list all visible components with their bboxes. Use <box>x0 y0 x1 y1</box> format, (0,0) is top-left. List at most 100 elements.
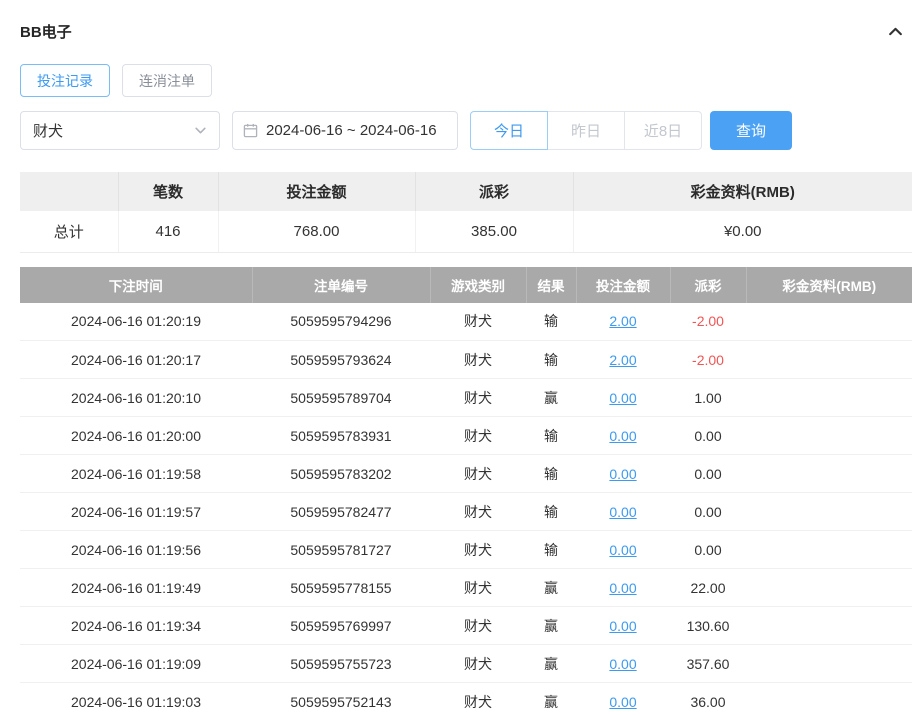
result-cell: 输 <box>526 417 576 455</box>
summary-table: 笔数 投注金额 派彩 彩金资料(RMB) 总计 416 768.00 385.0… <box>20 172 912 253</box>
quick-today-button[interactable]: 今日 <box>470 111 548 150</box>
order-id-cell: 5059595794296 <box>252 303 430 341</box>
summary-header-row: 笔数 投注金额 派彩 彩金资料(RMB) <box>20 172 912 211</box>
table-row: 2024-06-16 01:19:57 5059595782477 财犬 输 0… <box>20 493 912 531</box>
panel-header: BB电子 <box>20 14 912 48</box>
table-row: 2024-06-16 01:19:03 5059595752143 财犬 赢 0… <box>20 683 912 715</box>
payout-cell: 22.00 <box>670 569 746 607</box>
bb-electronic-panel: BB电子 投注记录 连消注单 财犬 2024-06-16 ~ 202 <box>0 0 912 715</box>
result-cell: 赢 <box>526 379 576 417</box>
game-type-cell: 财犬 <box>430 341 526 379</box>
result-cell: 赢 <box>526 569 576 607</box>
col-header-payout: 派彩 <box>670 267 746 303</box>
bet-amount-cell: 0.00 <box>576 493 670 531</box>
game-select[interactable]: 财犬 <box>20 111 220 150</box>
game-type-cell: 财犬 <box>430 645 526 683</box>
bet-amount-link[interactable]: 0.00 <box>609 466 636 482</box>
bet-time-cell: 2024-06-16 01:19:09 <box>20 645 252 683</box>
bet-time-cell: 2024-06-16 01:19:56 <box>20 531 252 569</box>
summary-total-payout: 385.00 <box>415 211 573 252</box>
bet-time-cell: 2024-06-16 01:20:17 <box>20 341 252 379</box>
bonus-cell <box>746 683 912 715</box>
summary-col-bonus: 彩金资料(RMB) <box>573 172 912 211</box>
tab-bar: 投注记录 连消注单 <box>20 64 912 97</box>
table-row: 2024-06-16 01:20:10 5059595789704 财犬 赢 0… <box>20 379 912 417</box>
payout-cell: 0.00 <box>670 455 746 493</box>
records-tbody: 2024-06-16 01:20:19 5059595794296 财犬 输 2… <box>20 303 912 715</box>
order-id-cell: 5059595778155 <box>252 569 430 607</box>
summary-total-row: 总计 416 768.00 385.00 ¥0.00 <box>20 211 912 252</box>
calendar-icon <box>243 123 258 138</box>
table-row: 2024-06-16 01:20:19 5059595794296 财犬 输 2… <box>20 303 912 341</box>
records-table: 下注时间 注单编号 游戏类别 结果 投注金额 派彩 彩金资料(RMB) 2024… <box>20 267 912 715</box>
bet-amount-cell: 0.00 <box>576 379 670 417</box>
date-range-picker[interactable]: 2024-06-16 ~ 2024-06-16 <box>232 111 458 150</box>
col-header-result: 结果 <box>526 267 576 303</box>
bonus-cell <box>746 455 912 493</box>
payout-cell: 0.00 <box>670 417 746 455</box>
game-type-cell: 财犬 <box>430 607 526 645</box>
table-row: 2024-06-16 01:19:09 5059595755723 财犬 赢 0… <box>20 645 912 683</box>
payout-cell: 1.00 <box>670 379 746 417</box>
bet-amount-link[interactable]: 0.00 <box>609 504 636 520</box>
bet-amount-cell: 0.00 <box>576 455 670 493</box>
bet-amount-cell: 0.00 <box>576 683 670 715</box>
bet-amount-link[interactable]: 0.00 <box>609 428 636 444</box>
col-header-game-type: 游戏类别 <box>430 267 526 303</box>
game-type-cell: 财犬 <box>430 455 526 493</box>
game-type-cell: 财犬 <box>430 683 526 715</box>
bet-time-cell: 2024-06-16 01:19:03 <box>20 683 252 715</box>
bet-amount-link[interactable]: 0.00 <box>609 694 636 710</box>
bet-amount-link[interactable]: 0.00 <box>609 656 636 672</box>
summary-total-bet-amount: 768.00 <box>218 211 415 252</box>
collapse-chevron-up-icon[interactable] <box>887 23 904 40</box>
payout-cell: 130.60 <box>670 607 746 645</box>
tab-bet-records[interactable]: 投注记录 <box>20 64 110 97</box>
result-cell: 赢 <box>526 645 576 683</box>
bet-amount-link[interactable]: 0.00 <box>609 580 636 596</box>
bonus-cell <box>746 341 912 379</box>
summary-col-empty <box>20 172 118 211</box>
quick-last8days-button[interactable]: 近8日 <box>624 111 702 150</box>
table-row: 2024-06-16 01:19:34 5059595769997 财犬 赢 0… <box>20 607 912 645</box>
payout-cell: 357.60 <box>670 645 746 683</box>
col-header-order-id: 注单编号 <box>252 267 430 303</box>
bet-amount-link[interactable]: 2.00 <box>609 352 636 368</box>
summary-total-bonus: ¥0.00 <box>573 211 912 252</box>
table-row: 2024-06-16 01:20:00 5059595783931 财犬 输 0… <box>20 417 912 455</box>
bet-time-cell: 2024-06-16 01:20:19 <box>20 303 252 341</box>
order-id-cell: 5059595782477 <box>252 493 430 531</box>
order-id-cell: 5059595783202 <box>252 455 430 493</box>
quick-yesterday-button[interactable]: 昨日 <box>547 111 625 150</box>
game-type-cell: 财犬 <box>430 417 526 455</box>
order-id-cell: 5059595783931 <box>252 417 430 455</box>
bet-amount-cell: 0.00 <box>576 417 670 455</box>
bonus-cell <box>746 531 912 569</box>
result-cell: 输 <box>526 493 576 531</box>
summary-col-payout: 派彩 <box>415 172 573 211</box>
payout-cell: 0.00 <box>670 493 746 531</box>
order-id-cell: 5059595789704 <box>252 379 430 417</box>
bet-amount-cell: 2.00 <box>576 341 670 379</box>
bet-amount-link[interactable]: 0.00 <box>609 390 636 406</box>
summary-total-label: 总计 <box>20 211 118 252</box>
bet-time-cell: 2024-06-16 01:20:10 <box>20 379 252 417</box>
bet-amount-link[interactable]: 2.00 <box>609 313 636 329</box>
summary-col-bet-amount: 投注金额 <box>218 172 415 211</box>
bet-amount-cell: 0.00 <box>576 531 670 569</box>
game-select-value: 财犬 <box>33 120 63 141</box>
tab-cancelled-orders[interactable]: 连消注单 <box>122 64 212 97</box>
game-type-cell: 财犬 <box>430 303 526 341</box>
bet-amount-link[interactable]: 0.00 <box>609 542 636 558</box>
query-button[interactable]: 查询 <box>710 111 792 150</box>
order-id-cell: 5059595793624 <box>252 341 430 379</box>
bet-amount-link[interactable]: 0.00 <box>609 618 636 634</box>
bonus-cell <box>746 493 912 531</box>
result-cell: 赢 <box>526 607 576 645</box>
bonus-cell <box>746 607 912 645</box>
col-header-bet-time: 下注时间 <box>20 267 252 303</box>
col-header-bet-amount: 投注金额 <box>576 267 670 303</box>
payout-cell: 36.00 <box>670 683 746 715</box>
records-header-row: 下注时间 注单编号 游戏类别 结果 投注金额 派彩 彩金资料(RMB) <box>20 267 912 303</box>
bet-amount-cell: 0.00 <box>576 569 670 607</box>
